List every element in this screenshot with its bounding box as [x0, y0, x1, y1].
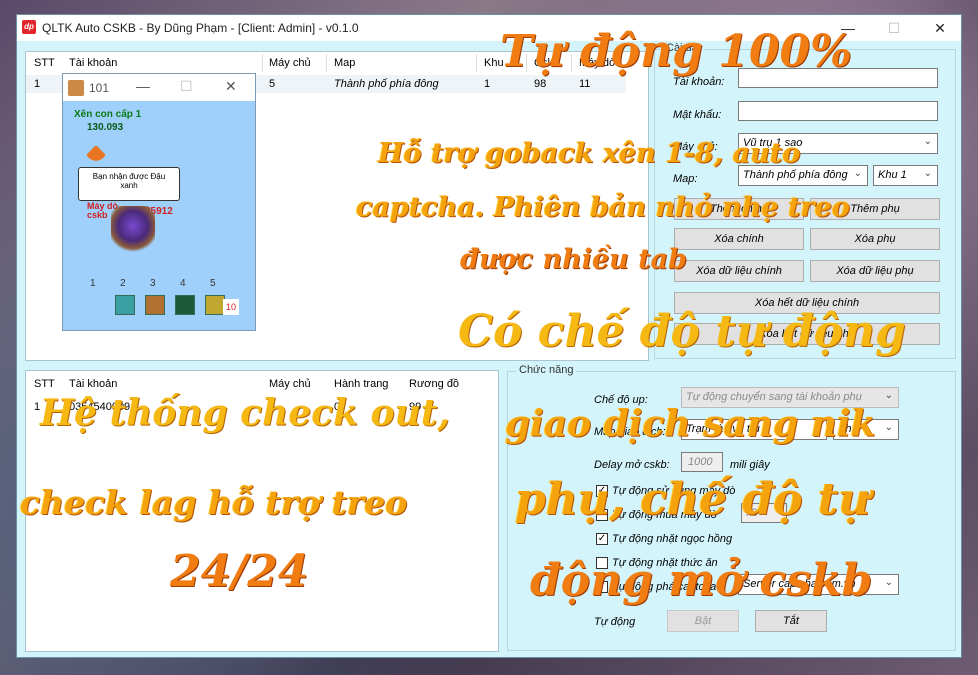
reward-bubble: Bạn nhận được Đậu xanh [78, 167, 180, 201]
delay-label: Delay mở cskb: [594, 459, 670, 471]
mob-hp: 130.093 [87, 122, 124, 133]
cell-zone: 1 [484, 78, 491, 90]
zone-select[interactable]: Khu 1 ⌄ [873, 165, 938, 186]
character-sprite [111, 206, 155, 256]
game-close-button[interactable]: ✕ [225, 78, 237, 95]
account-label: Tài khoản: [673, 76, 725, 88]
auto-label: Tự động [594, 616, 636, 628]
promo-captcha: captcha. Phiên bản nhỏ nhẹ treo [356, 192, 850, 223]
promo-trade: giao dịch sang nik [505, 403, 876, 445]
off-button[interactable]: Tắt [755, 610, 827, 632]
delete-main-button[interactable]: Xóa chính [674, 228, 804, 250]
cell-detector: 11 [579, 78, 591, 90]
game-client-window[interactable]: 101 — ☐ ✕ Xên con cấp 1 130.093 Bạn nhận… [62, 73, 256, 331]
features-legend: Chức năng [516, 364, 577, 376]
close-button[interactable]: ✕ [917, 15, 963, 41]
promo-goback: Hỗ trợ goback xên 1-8, auto [378, 138, 801, 169]
pick-pink-gem-checkbox[interactable]: ✓ [596, 533, 608, 545]
item-slot-2[interactable] [145, 295, 165, 315]
col-chest[interactable]: Rương đồ [409, 378, 459, 390]
col-stt[interactable]: STT [34, 378, 55, 390]
promo-checkout: Hệ thống check out, [40, 392, 450, 434]
maximize-button[interactable]: ☐ [871, 15, 917, 41]
table-header: STT Tài khoản Máy chủ Hành trang Rương đ… [26, 371, 498, 391]
cell-server: 5 [269, 78, 276, 90]
item-slot-1[interactable] [115, 295, 135, 315]
col-server[interactable]: Máy chủ [269, 57, 311, 69]
zone-1[interactable]: 1 [90, 278, 96, 289]
delay-input[interactable]: 1000 [681, 452, 723, 472]
cell-cskb: 98 [534, 78, 547, 90]
delay-unit: mili giây [730, 459, 770, 471]
game-title-bar: 101 — ☐ ✕ [63, 74, 255, 101]
cell-map: Thành phố phía đông [334, 78, 439, 90]
on-button[interactable]: Bật [667, 610, 739, 632]
password-label: Mật khẩu: [673, 109, 722, 121]
delete-sub-data-button[interactable]: Xóa dữ liệu phụ [810, 260, 940, 282]
game-window-title: 101 [89, 81, 110, 95]
slot-count: 10 [223, 299, 239, 315]
col-account[interactable]: Tài khoản [69, 57, 117, 69]
zone-2[interactable]: 2 [120, 278, 126, 289]
item-slot-3[interactable] [175, 295, 195, 315]
item-slot-4[interactable] [205, 295, 225, 315]
game-minimize-button[interactable]: — [136, 78, 150, 94]
game-maximize-button[interactable]: ☐ [180, 78, 193, 95]
carrot-icon [86, 145, 106, 165]
app-logo-icon: dp [22, 20, 36, 34]
promo-title: Tự động 100% [500, 26, 852, 77]
zone-5[interactable]: 5 [210, 278, 216, 289]
zone-3[interactable]: 3 [150, 278, 156, 289]
col-stt[interactable]: STT [34, 57, 55, 69]
window-title: QLTK Auto CSKB - By Dũng Phạm - [Client:… [42, 21, 359, 35]
delete-main-data-button[interactable]: Xóa dữ liệu chính [674, 260, 804, 282]
mob-name: Xên con cấp 1 [74, 109, 142, 120]
promo-24-7: 24/24 [170, 546, 309, 597]
cell-stt: 1 [34, 78, 41, 90]
col-bag[interactable]: Hành trang [334, 378, 388, 390]
delete-sub-button[interactable]: Xóa phụ [810, 228, 940, 250]
promo-lag: check lag hỗ trợ treo [20, 483, 408, 522]
password-input[interactable] [738, 101, 938, 121]
col-map[interactable]: Map [334, 57, 355, 69]
map-label: Map: [673, 173, 698, 185]
promo-tabs: được nhiều tab [460, 244, 687, 275]
promo-auto-mode: Có chế độ tự động [458, 306, 906, 357]
zone-4[interactable]: 4 [180, 278, 186, 289]
col-server[interactable]: Máy chủ [269, 378, 311, 390]
promo-sub-mode: phụ, chế độ tự [515, 474, 871, 525]
promo-open-cskb: động mở cskb [530, 555, 873, 606]
avatar [68, 80, 84, 96]
col-account[interactable]: Tài khoản [69, 378, 117, 390]
pick-pink-gem-label: Tự động nhặt ngọc hồng [612, 533, 733, 545]
